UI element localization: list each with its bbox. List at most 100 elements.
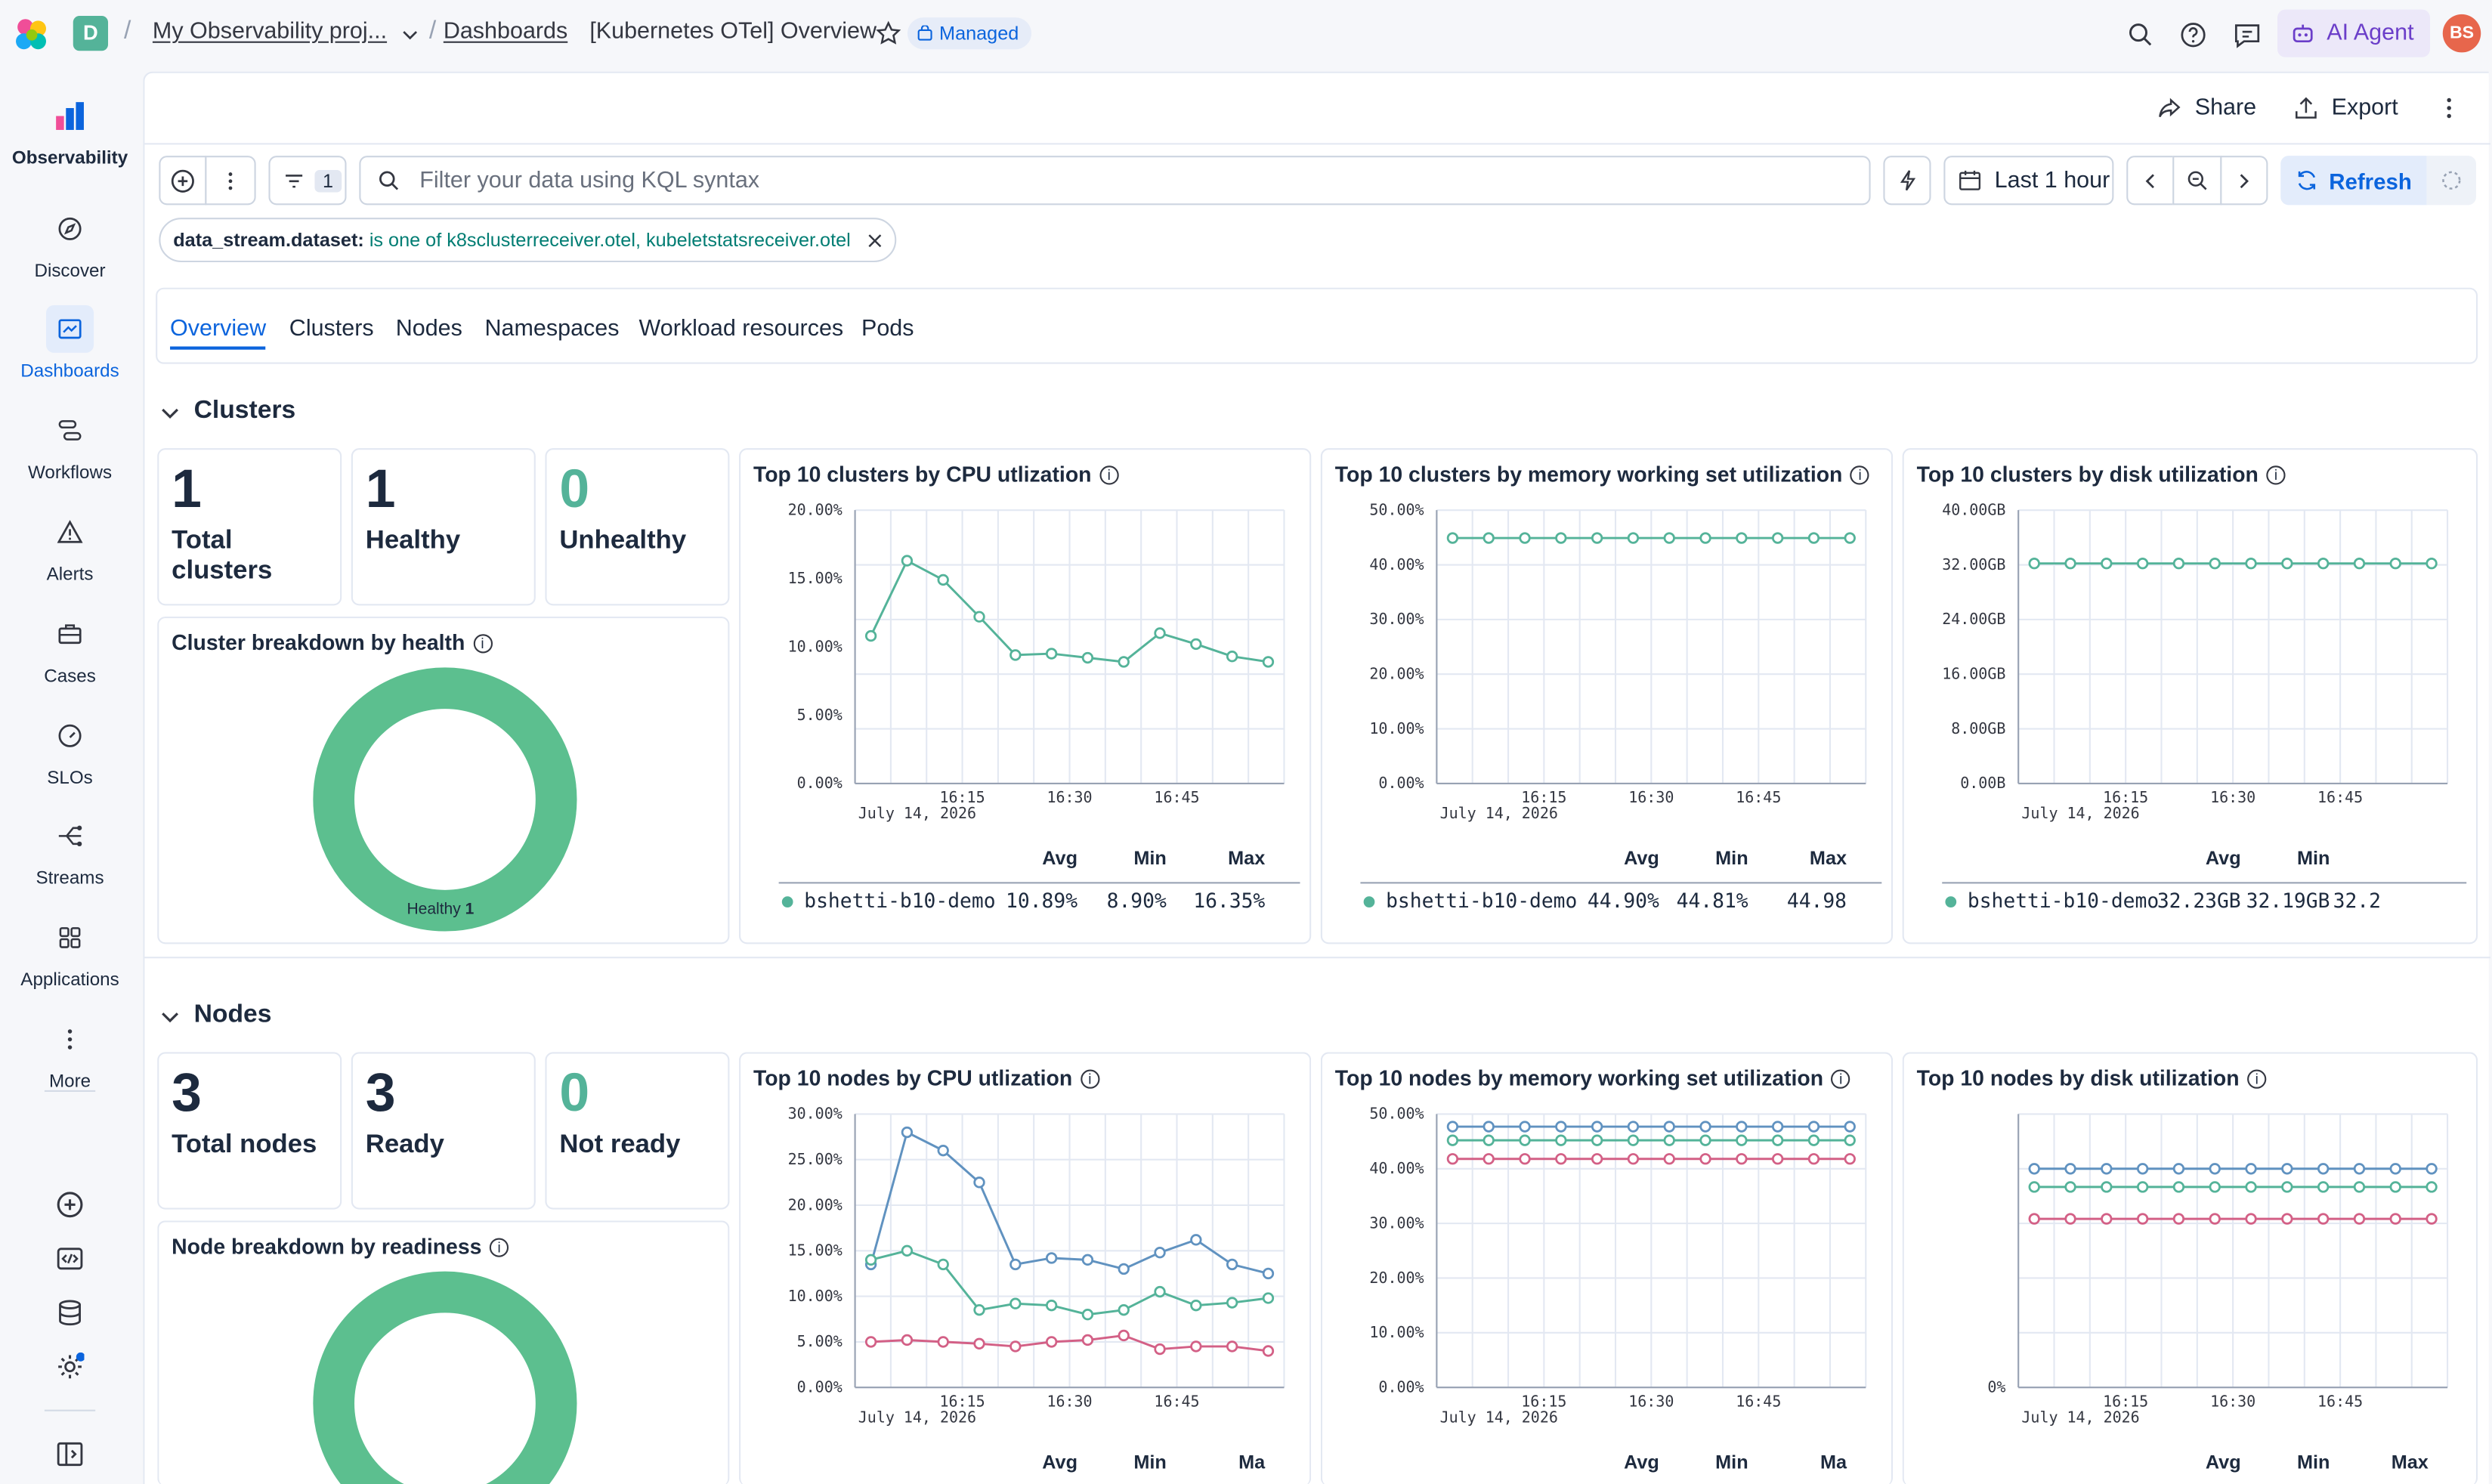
data-point [1627,1134,1640,1146]
nav-item-alerts[interactable]: Alerts [0,509,140,585]
info-icon[interactable]: i [1099,466,1119,486]
database-icon[interactable] [56,1298,85,1327]
donut-slice-healthy[interactable] [313,667,577,932]
date-picker-button[interactable]: Last 1 hour [1943,156,2114,206]
share-label: Share [2194,95,2257,121]
share-button[interactable]: Share [2157,95,2256,121]
info-icon[interactable]: i [489,1238,509,1258]
chart-memory-nodes: 0.00%10.00%20.00%30.00%40.00%50.00%16:15… [1369,1105,1867,1426]
add-filter-button[interactable] [159,156,207,206]
zoom-out-button[interactable] [2172,156,2222,206]
data-point [1807,1134,1820,1146]
quick-query-button[interactable] [1883,156,1931,206]
data-point [2281,1213,2293,1225]
tab-workload-resources[interactable]: Workload resources [639,317,844,342]
kql-search-input[interactable]: Filter your data using KQL syntax [359,156,1871,206]
tab-namespaces[interactable]: Namespaces [485,317,620,342]
donut-slice-ready[interactable] [313,1271,577,1484]
breadcrumb-dashboards[interactable]: Dashboards [444,19,567,45]
legend-series-name[interactable]: bshetti-b10-demo [1968,889,2159,913]
nav-label: Discover [34,262,106,282]
nav-item-observability[interactable]: Observability [0,92,140,168]
data-point [1844,532,1856,544]
user-avatar[interactable]: BS [2442,14,2481,53]
nav-item-discover[interactable]: Discover [0,205,140,281]
info-icon[interactable]: i [2247,1070,2267,1090]
cluster-health-donut-panel: Cluster breakdown by health i Healthy 1 [157,617,730,945]
time-forward-button[interactable] [2220,156,2268,206]
add-circle-icon[interactable] [56,1190,85,1219]
chart-panel-3: Top 10 nodes by CPU utlization i 0.00% 5.0… [739,1052,1312,1484]
settings-gear-icon[interactable] [56,1352,85,1381]
legend-swatch [1363,896,1375,907]
y-tick-label: 20.00% [788,500,843,518]
filter-count-button[interactable]: 1 [268,156,347,206]
time-back-button[interactable] [2126,156,2175,206]
refresh-button[interactable]: Refresh [2280,156,2427,206]
collapse-section-icon[interactable] [159,402,181,424]
help-icon[interactable] [2175,17,2210,52]
collapse-section-icon[interactable] [159,1006,181,1028]
streams-icon [58,825,82,847]
star-icon[interactable] [876,20,901,46]
info-icon[interactable]: i [1831,1070,1850,1090]
legend-value: 44.90% [1587,888,1659,913]
legend-series-name[interactable]: bshetti-b10-demo [1386,889,1577,913]
info-icon[interactable]: i [1080,1070,1099,1090]
nav-item-cases[interactable]: Cases [0,611,140,687]
ai-agent-button[interactable]: AI Agent [2277,9,2430,57]
nav-item-dashboards[interactable]: Dashboards [0,305,140,382]
tab-overview[interactable]: Overview [170,317,266,342]
breadcrumb-project[interactable]: My Observability proj... [153,19,387,45]
data-point [901,1244,914,1257]
data-point [901,1126,914,1139]
data-point [1663,532,1675,544]
data-point [1045,1299,1058,1312]
tab-clusters[interactable]: Clusters [289,317,374,342]
collapse-sidebar-icon[interactable] [56,1440,85,1469]
data-point [2136,1181,2149,1193]
close-icon[interactable] [868,233,883,248]
nav-item-more[interactable]: More [0,1016,140,1092]
tab-pods[interactable]: Pods [861,317,914,342]
space-avatar[interactable]: D [73,16,109,51]
nav-item-applications[interactable]: Applications [0,914,140,990]
nav-item-slos[interactable]: SLOs [0,712,140,788]
data-point [2281,558,2293,570]
filter-pill[interactable]: data_stream.dataset: is one of k8scluste… [159,218,897,263]
data-point [1154,1285,1166,1298]
calendar-icon [1959,170,1981,190]
more-options-icon[interactable] [2436,95,2462,121]
export-button[interactable]: Export [2293,95,2398,121]
search-icon[interactable] [2123,17,2158,52]
zoom-out-icon [2187,171,2207,190]
query-menu-button[interactable] [205,156,256,206]
metric-unhealthy: 0 Unhealthy [545,448,730,606]
data-point [2426,1213,2438,1225]
elastic-logo-icon[interactable] [13,16,51,54]
feedback-icon[interactable] [2230,17,2265,52]
code-icon[interactable] [56,1244,85,1273]
legend-value: 44.81% [1676,888,1748,913]
auto-refresh-button[interactable] [2426,156,2476,206]
data-point [1081,1254,1094,1266]
data-point [1699,1134,1711,1146]
nav-label: Applications [20,971,119,991]
chevron-down-icon[interactable] [400,26,419,45]
metric-label: Unhealthy [559,526,687,555]
info-icon[interactable]: i [2266,466,2286,486]
data-point [1446,1134,1459,1146]
chevron-left-icon [2145,173,2154,188]
data-point [2389,1181,2401,1193]
legend-column-header: Max [2391,1451,2429,1473]
nav-item-streams[interactable]: Streams [0,812,140,889]
data-point [1699,1153,1711,1165]
tab-nodes[interactable]: Nodes [396,317,462,342]
legend-series-name[interactable]: bshetti-b10-demo [804,889,995,913]
info-icon[interactable]: i [1850,466,1870,486]
info-icon[interactable]: i [472,635,493,654]
legend-column-header: Min [2296,1451,2330,1473]
metric-value: 3 [365,1063,396,1124]
nav-item-workflows[interactable]: Workflows [0,407,140,483]
data-point [2101,1213,2113,1225]
